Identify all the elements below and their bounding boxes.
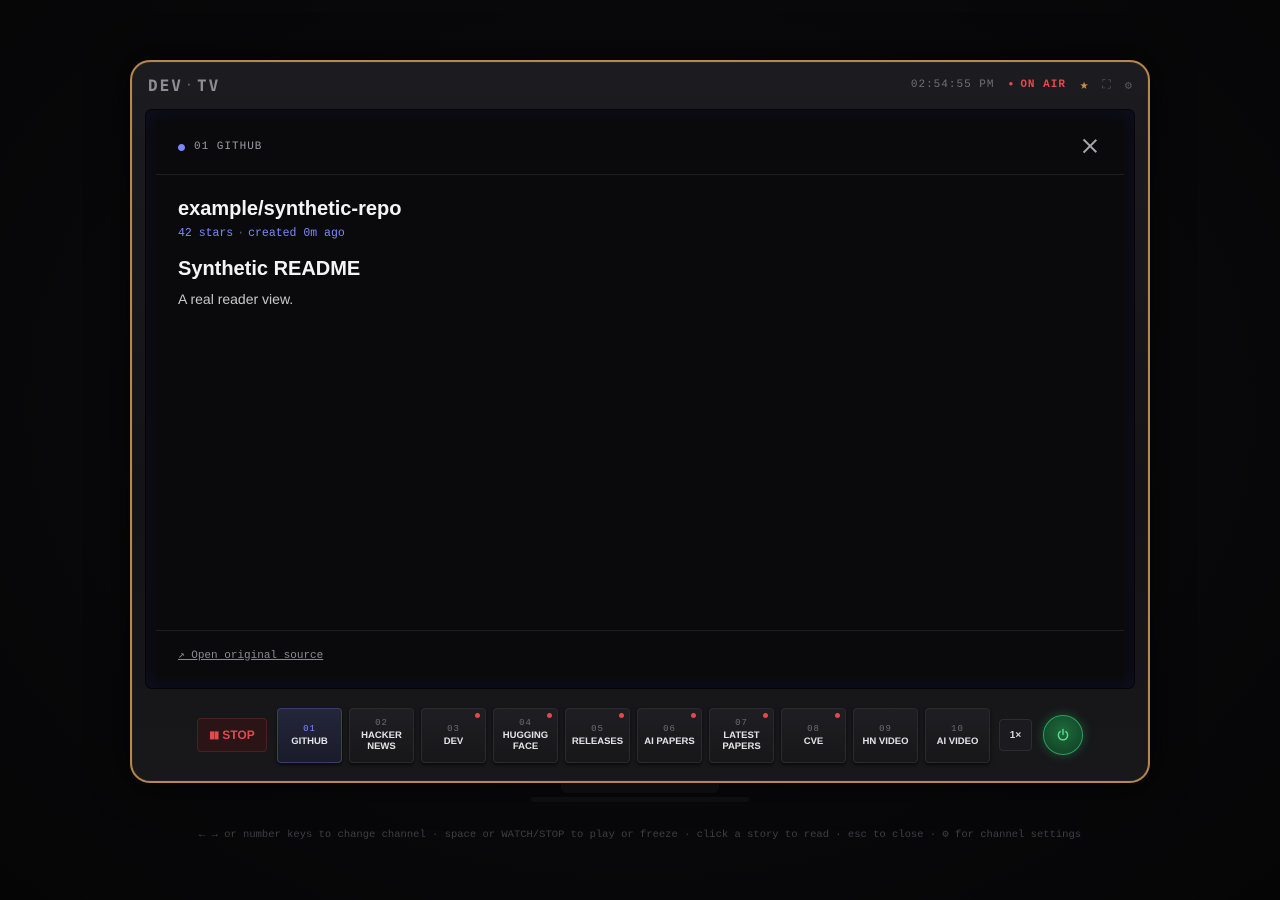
tv-screen: 01 GITHUB example/synthetic-repo 42 star… bbox=[146, 110, 1134, 688]
channel-button[interactable]: 09 HN VIDEO bbox=[853, 707, 918, 763]
channel-number: 02 bbox=[375, 718, 388, 728]
channel-controls: ▮▮ STOP 01 GITHUB 02 HACKER NEWS 03 DEV 04 HUGGI… bbox=[132, 706, 1148, 764]
channel-number: 04 bbox=[519, 718, 532, 728]
tv-frame: DEV · TV 02:54:55 PM ● ON AIR ★ ⛶ ⚙ 01 GITH… bbox=[130, 60, 1150, 783]
reader-footer: ↗ Open original source bbox=[156, 630, 1124, 678]
brand-right: TV bbox=[196, 75, 221, 95]
star-icon[interactable]: ★ bbox=[1080, 77, 1088, 94]
repo-title: example/synthetic-repo bbox=[178, 198, 402, 220]
fullscreen-icon[interactable]: ⛶ bbox=[1102, 78, 1110, 92]
on-air-label: ON AIR bbox=[1020, 79, 1066, 91]
channel-name: RELEASES bbox=[572, 736, 623, 747]
repo-stars: 42 stars bbox=[178, 227, 234, 240]
channel-number: 08 bbox=[807, 723, 820, 734]
channel-name-line1: CVE bbox=[803, 735, 824, 747]
speed-button[interactable]: 1× bbox=[999, 719, 1032, 751]
channel-buttons: 01 GITHUB 02 HACKER NEWS 03 DEV 04 HUGGING FACE 05… bbox=[277, 707, 990, 763]
reader-header: 01 GITHUB bbox=[156, 120, 1124, 175]
channel-name-line1: HACKER bbox=[361, 730, 402, 741]
channel-name: DEV bbox=[444, 736, 464, 747]
channel-name: LATEST PAPERS bbox=[722, 730, 760, 752]
top-bar: DEV · TV 02:54:55 PM ● ON AIR ★ ⛶ ⚙ bbox=[132, 62, 1148, 108]
new-items-dot-icon bbox=[475, 712, 480, 718]
channel-button[interactable]: 08 CVE bbox=[781, 707, 846, 763]
channel-label: 01 GITHUB bbox=[194, 141, 263, 153]
channel-name-line2: FACE bbox=[512, 741, 539, 752]
channel-name: CVE bbox=[804, 736, 824, 747]
channel-button[interactable]: 06 AI PAPERS bbox=[637, 707, 702, 763]
pause-icon: ▮▮ bbox=[209, 729, 219, 741]
channel-button[interactable]: 03 DEV bbox=[421, 707, 486, 763]
channel-number: 10 bbox=[951, 723, 964, 734]
new-items-dot-icon bbox=[763, 712, 768, 718]
channel-name: HACKER NEWS bbox=[361, 730, 402, 752]
tv-stand-base bbox=[531, 797, 749, 802]
channel-name: AI PAPERS bbox=[644, 736, 695, 747]
channel-button[interactable]: 05 RELEASES bbox=[565, 707, 630, 763]
power-icon bbox=[1057, 728, 1069, 741]
channel-button[interactable]: 04 HUGGING FACE bbox=[493, 707, 558, 763]
channel-button[interactable]: 02 HACKER NEWS bbox=[349, 707, 414, 763]
channel-number: 09 bbox=[879, 723, 892, 734]
brand-left: DEV bbox=[148, 75, 183, 95]
channel-name-line1: HN VIDEO bbox=[862, 735, 909, 747]
channel-dot-icon bbox=[178, 143, 185, 151]
power-button[interactable] bbox=[1043, 715, 1083, 755]
channel-name-line2: PAPERS bbox=[722, 741, 761, 752]
live-dot-icon: ● bbox=[1008, 80, 1015, 89]
open-source-link[interactable]: ↗ Open original source bbox=[178, 648, 323, 662]
new-items-dot-icon bbox=[835, 712, 840, 718]
channel-button[interactable]: 07 LATEST PAPERS bbox=[709, 707, 774, 763]
channel-name-line1: DEV bbox=[443, 735, 464, 747]
channel-name: AI VIDEO bbox=[937, 736, 979, 747]
channel-name: HN VIDEO bbox=[863, 736, 909, 747]
channel-name-line1: GITHUB bbox=[291, 735, 328, 747]
channel-name-line1: AI PAPERS bbox=[644, 735, 695, 747]
readme-text: A real reader view. bbox=[178, 291, 294, 307]
channel-number: 06 bbox=[663, 723, 676, 734]
keyboard-hint: ← → or number keys to change channel · s… bbox=[198, 829, 1082, 841]
status-area: 02:54:55 PM ● ON AIR ★ ⛶ ⚙ bbox=[911, 77, 1132, 94]
on-air-indicator: ● ON AIR bbox=[1009, 79, 1066, 91]
channel-name: HUGGING FACE bbox=[503, 730, 548, 752]
channel-name-line1: RELEASES bbox=[571, 735, 624, 747]
channel-button[interactable]: 10 AI VIDEO bbox=[925, 707, 990, 763]
stop-button[interactable]: ▮▮ STOP bbox=[197, 718, 267, 752]
tv-stand-neck bbox=[561, 783, 719, 793]
reader-panel: 01 GITHUB example/synthetic-repo 42 star… bbox=[156, 120, 1124, 678]
brand-logo: DEV · TV bbox=[148, 76, 220, 95]
brand-separator: · bbox=[185, 79, 194, 91]
reader-body: example/synthetic-repo 42 stars · created … bbox=[178, 198, 1102, 307]
channel-name-line2: NEWS bbox=[367, 741, 396, 752]
meta-separator: · bbox=[237, 227, 245, 240]
new-items-dot-icon bbox=[619, 712, 624, 718]
new-items-dot-icon bbox=[691, 712, 696, 718]
stop-label: STOP bbox=[222, 728, 255, 742]
channel-number: 07 bbox=[735, 718, 748, 728]
gear-icon[interactable]: ⚙ bbox=[1125, 78, 1132, 93]
channel-number: 05 bbox=[591, 723, 604, 734]
channel-number: 03 bbox=[447, 723, 460, 734]
channel-name-line1: LATEST bbox=[723, 730, 760, 741]
repo-meta: 42 stars · created 0m ago bbox=[178, 227, 1102, 240]
readme-heading: Synthetic README bbox=[178, 258, 361, 280]
new-items-dot-icon bbox=[547, 712, 552, 718]
channel-button[interactable]: 01 GITHUB bbox=[277, 707, 342, 763]
channel-name-line1: AI VIDEO bbox=[936, 735, 979, 747]
channel-name-line1: HUGGING bbox=[502, 730, 549, 741]
close-icon[interactable] bbox=[1082, 138, 1098, 154]
clock: 02:54:55 PM bbox=[910, 79, 995, 91]
repo-created: created 0m ago bbox=[248, 227, 345, 240]
channel-name: GITHUB bbox=[291, 736, 327, 747]
channel-number: 01 bbox=[303, 723, 316, 734]
